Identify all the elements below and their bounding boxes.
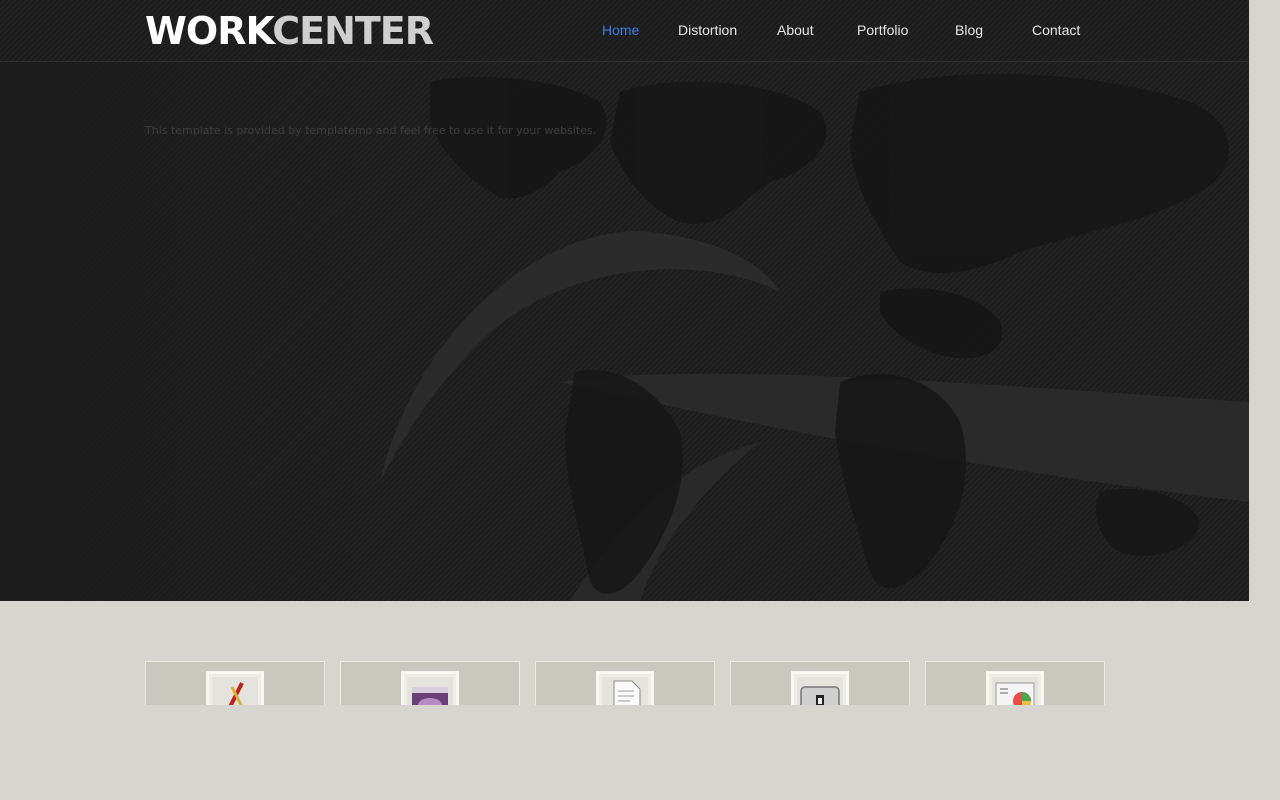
media-window-icon (407, 677, 453, 705)
service-card[interactable] (535, 661, 715, 705)
nav-item-contact[interactable]: Contact (1032, 22, 1080, 38)
service-thumb (986, 671, 1044, 705)
pencil-ruler-icon (212, 677, 258, 705)
page-viewport: WORKCENTER Home Distortion About Portfol… (0, 0, 1249, 705)
switch-icon (797, 677, 843, 705)
nav-item-blog[interactable]: Blog (955, 22, 983, 38)
service-thumb (596, 671, 654, 705)
service-thumb (401, 671, 459, 705)
service-card[interactable] (340, 661, 520, 705)
service-thumb (791, 671, 849, 705)
service-thumb (206, 671, 264, 705)
nav-item-distortion[interactable]: Distortion (678, 22, 737, 38)
document-icon (602, 677, 648, 705)
service-card[interactable] (145, 661, 325, 705)
nav-item-portfolio[interactable]: Portfolio (857, 22, 908, 38)
services-section (0, 601, 1249, 705)
chart-icon (992, 677, 1038, 705)
site-logo[interactable]: WORKCENTER (145, 9, 434, 53)
service-card[interactable] (730, 661, 910, 705)
site-header: WORKCENTER Home Distortion About Portfol… (0, 0, 1249, 62)
logo-secondary: CENTER (272, 9, 434, 53)
hero-text: This template is provided by templatemo … (145, 124, 597, 137)
nav-item-home[interactable]: Home (602, 22, 639, 38)
hero-banner: This template is provided by templatemo … (0, 62, 1249, 601)
logo-primary: WORK (145, 9, 273, 53)
service-card[interactable] (925, 661, 1105, 705)
nav-item-about[interactable]: About (777, 22, 814, 38)
world-map-graphic (0, 62, 1249, 601)
